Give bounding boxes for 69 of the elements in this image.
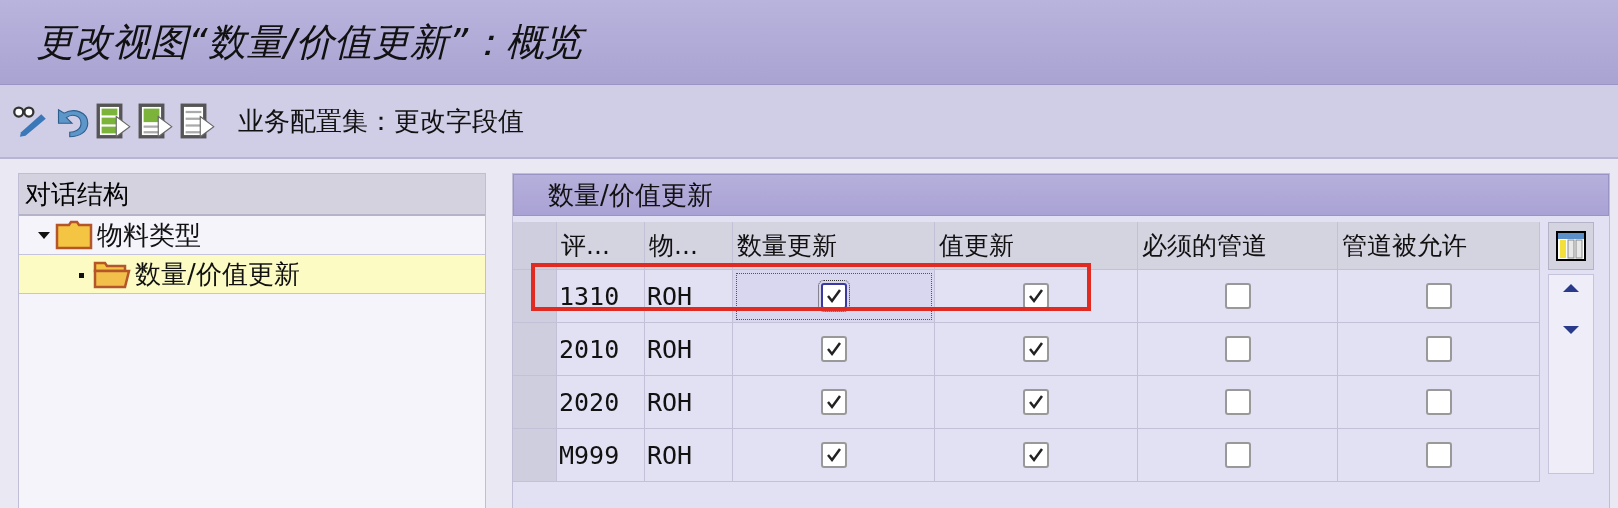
table-cell: 2020 (557, 376, 645, 429)
collapse-icon[interactable] (37, 229, 51, 241)
panel-header: 对话结构 (19, 174, 485, 216)
checkmark-icon (1028, 341, 1044, 357)
checkbox[interactable] (1023, 336, 1049, 362)
document-arrow-icon[interactable] (96, 103, 132, 139)
table-cell[interactable] (733, 323, 935, 376)
checkbox[interactable] (820, 442, 847, 468)
document-arrow-icon[interactable] (138, 103, 174, 139)
checkmark-icon (825, 288, 842, 304)
checkbox[interactable] (1425, 283, 1452, 309)
table-cell[interactable] (733, 429, 935, 482)
checkmark-icon (1028, 394, 1044, 410)
scroll-up-icon[interactable] (1562, 283, 1580, 293)
column-settings-button[interactable] (1548, 222, 1594, 270)
table-cell[interactable] (1138, 429, 1338, 482)
checkmark-icon (825, 447, 842, 463)
tree-item[interactable]: 数量/价值更新 (19, 255, 485, 294)
checkbox[interactable] (820, 389, 847, 415)
table-cell: ROH (645, 429, 733, 482)
table-cell: 1310 (557, 270, 645, 323)
glasses-pen-icon[interactable] (12, 103, 48, 139)
scroll-down-icon[interactable] (1562, 325, 1580, 335)
table-cell[interactable] (733, 270, 935, 323)
checkbox[interactable] (1224, 442, 1251, 468)
checkmark-icon (1028, 447, 1044, 463)
checkbox[interactable] (820, 336, 847, 362)
table-cell[interactable] (1338, 429, 1540, 482)
column-header[interactable]: 物... (645, 222, 733, 270)
table-cell[interactable] (935, 429, 1138, 482)
checkmark-icon (825, 394, 842, 410)
column-header[interactable]: 值更新 (935, 222, 1138, 270)
row-selector-header[interactable] (513, 222, 557, 270)
checkbox[interactable] (1224, 336, 1251, 362)
table-cell[interactable] (1338, 376, 1540, 429)
checkmark-icon (1028, 288, 1044, 304)
table-cell[interactable] (935, 323, 1138, 376)
table-cell[interactable] (733, 376, 935, 429)
table-cell[interactable] (1138, 270, 1338, 323)
checkbox[interactable] (1224, 283, 1251, 309)
table-title: 数量/价值更新 (513, 174, 1609, 216)
table-cell: ROH (645, 323, 733, 376)
checkbox[interactable] (1023, 389, 1049, 415)
checkbox[interactable] (1023, 283, 1049, 309)
table-cell[interactable] (935, 376, 1138, 429)
column-header[interactable]: 数量更新 (733, 222, 935, 270)
table-cell[interactable] (1338, 323, 1540, 376)
toolbar-label: 业务配置集：更改字段值 (238, 104, 524, 138)
folder-icon (55, 220, 93, 250)
checkbox[interactable] (1224, 389, 1251, 415)
checkbox[interactable] (1425, 389, 1452, 415)
checkbox[interactable] (820, 283, 847, 309)
table-cell[interactable] (935, 270, 1138, 323)
column-header[interactable]: 必须的管道 (1138, 222, 1338, 270)
table-cell: 2010 (557, 323, 645, 376)
checkbox[interactable] (1023, 442, 1049, 468)
checkbox[interactable] (1425, 442, 1452, 468)
column-header[interactable]: 评... (557, 222, 645, 270)
document-arrow-icon[interactable] (180, 103, 216, 139)
folder-icon (93, 259, 131, 289)
checkmark-icon (825, 341, 842, 357)
table-cell: ROH (645, 376, 733, 429)
scrollbar[interactable] (1548, 274, 1594, 474)
checkbox[interactable] (1425, 336, 1452, 362)
column-header[interactable]: 管道被允许 (1338, 222, 1540, 270)
table-cell[interactable] (1138, 323, 1338, 376)
table-cell: M999 (557, 429, 645, 482)
table-cell[interactable] (1138, 376, 1338, 429)
table-cell[interactable] (1338, 270, 1540, 323)
